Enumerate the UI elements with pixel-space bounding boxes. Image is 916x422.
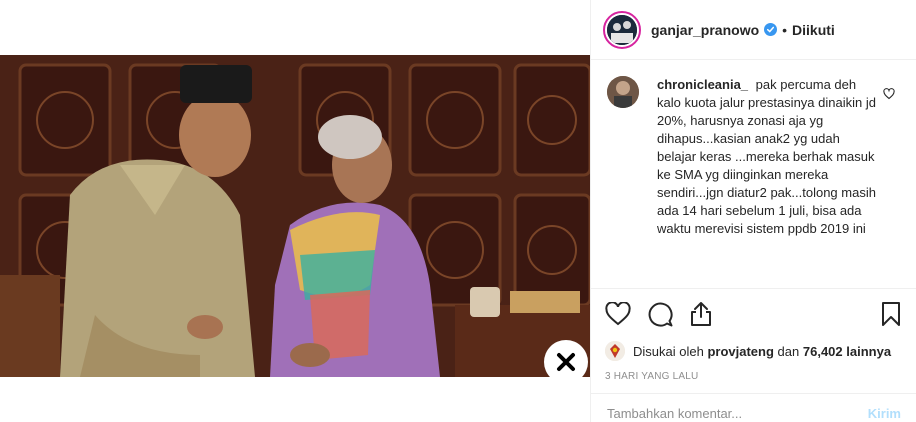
heart-icon — [605, 302, 631, 326]
comment-item: chronicleania_ pak percuma deh kalo kuot… — [607, 76, 901, 238]
separator-dot: • — [782, 21, 788, 38]
post-sidebar: ganjar_pranowo • Diikuti chronicleania_ … — [590, 0, 916, 422]
verified-badge-icon — [764, 23, 778, 36]
commenter-avatar[interactable] — [607, 76, 639, 108]
share-icon — [691, 302, 711, 326]
bookmark-icon — [882, 302, 900, 326]
heart-outline-icon — [883, 88, 895, 100]
comment-like-button[interactable] — [883, 87, 895, 103]
author-avatar[interactable] — [603, 10, 641, 49]
post-header: ganjar_pranowo • Diikuti — [591, 0, 916, 60]
comment-body: pak percuma deh kalo kuota jalur prestas… — [657, 77, 876, 236]
post-comment-button[interactable]: Kirim — [868, 406, 901, 421]
action-icons-row — [605, 299, 901, 329]
close-button[interactable] — [544, 340, 588, 384]
likes-suffix[interactable]: lainnya — [846, 344, 891, 359]
photo-pane — [0, 0, 590, 422]
add-comment-bar: Kirim — [591, 393, 916, 422]
comments-section: chronicleania_ pak percuma deh kalo kuot… — [591, 60, 916, 288]
save-button[interactable] — [881, 301, 901, 327]
post-photo — [0, 55, 590, 377]
close-x-icon — [557, 353, 575, 371]
like-button[interactable] — [605, 302, 631, 326]
comment-input[interactable] — [607, 405, 868, 421]
liker-username[interactable]: provjateng — [707, 344, 773, 359]
likes-prefix: Disukai oleh — [633, 343, 704, 359]
share-button[interactable] — [689, 301, 713, 327]
post-timestamp[interactable]: 3 HARI YANG LALU — [605, 371, 901, 382]
commenter-username[interactable]: chronicleania_ — [657, 77, 748, 92]
likes-summary: Disukai oleh provjateng dan 76,402 lainn… — [605, 341, 901, 361]
follow-status-button[interactable]: Diikuti — [792, 22, 835, 38]
post-actions: Disukai oleh provjateng dan 76,402 lainn… — [591, 288, 916, 382]
author-username[interactable]: ganjar_pranowo — [651, 22, 759, 38]
liker-avatar[interactable] — [605, 341, 625, 361]
comment-bubble-icon — [648, 302, 673, 327]
comment-text-block: chronicleania_ pak percuma deh kalo kuot… — [657, 76, 879, 238]
comment-button[interactable] — [647, 301, 673, 327]
likes-count[interactable]: 76,402 — [803, 344, 843, 359]
likes-middle: dan — [777, 343, 800, 359]
